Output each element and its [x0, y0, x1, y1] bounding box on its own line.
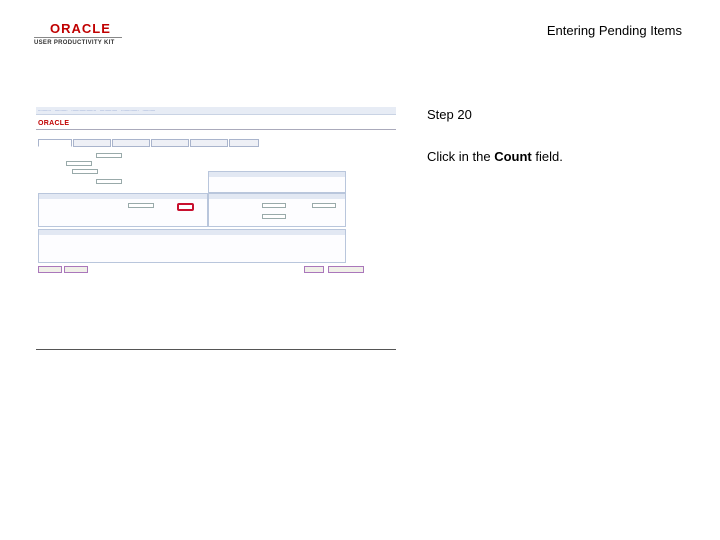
logo-subtitle: USER PRODUCTIVITY KIT — [34, 40, 115, 46]
screenshot-field — [262, 214, 286, 219]
screenshot-bottom-rule — [36, 349, 396, 350]
screenshot-field — [96, 153, 122, 158]
screenshot-nav-bar: ··········· ··········· ················… — [36, 107, 396, 115]
screenshot-add-button — [304, 266, 324, 273]
page-title: Entering Pending Items — [546, 23, 682, 38]
logo-divider — [34, 37, 122, 38]
screenshot-control-info-panel — [208, 193, 346, 227]
screenshot-update-button — [328, 266, 364, 273]
screenshot-tab — [151, 139, 189, 147]
oracle-upk-logo: ORACLE USER PRODUCTIVITY KIT — [34, 22, 134, 47]
screenshot-tab — [112, 139, 150, 147]
screenshot-field — [96, 179, 122, 184]
screenshot-field — [312, 203, 336, 208]
screenshot-field — [66, 161, 92, 166]
step-instruction: Click in the Count field. — [427, 149, 563, 164]
instruction-field-name: Count — [494, 149, 532, 164]
instruction-prefix: Click in the — [427, 149, 495, 164]
screenshot-group-status-panel — [38, 229, 346, 263]
logo-brand: ORACLE — [50, 21, 111, 36]
screenshot-currency-panel — [208, 171, 346, 193]
screenshot-save-button — [38, 266, 62, 273]
screenshot-tab — [229, 139, 259, 147]
screenshot-brand-bar: ORACLE — [36, 116, 396, 130]
application-screenshot: ··········· ··········· ················… — [36, 107, 396, 351]
screenshot-tab — [190, 139, 228, 147]
screenshot-nav-text: ··········· ··········· ················… — [38, 109, 156, 113]
count-field-highlight[interactable] — [177, 203, 194, 211]
step-number: Step 20 — [427, 107, 472, 122]
screenshot-field — [128, 203, 154, 208]
screenshot-tab — [73, 139, 111, 147]
screenshot-field — [262, 203, 286, 208]
screenshot-brand: ORACLE — [38, 120, 70, 127]
screenshot-tabs — [38, 139, 259, 147]
screenshot-tab — [38, 139, 72, 147]
instruction-suffix: field. — [531, 149, 563, 164]
screenshot-field — [72, 169, 98, 174]
screenshot-notify-button — [64, 266, 88, 273]
